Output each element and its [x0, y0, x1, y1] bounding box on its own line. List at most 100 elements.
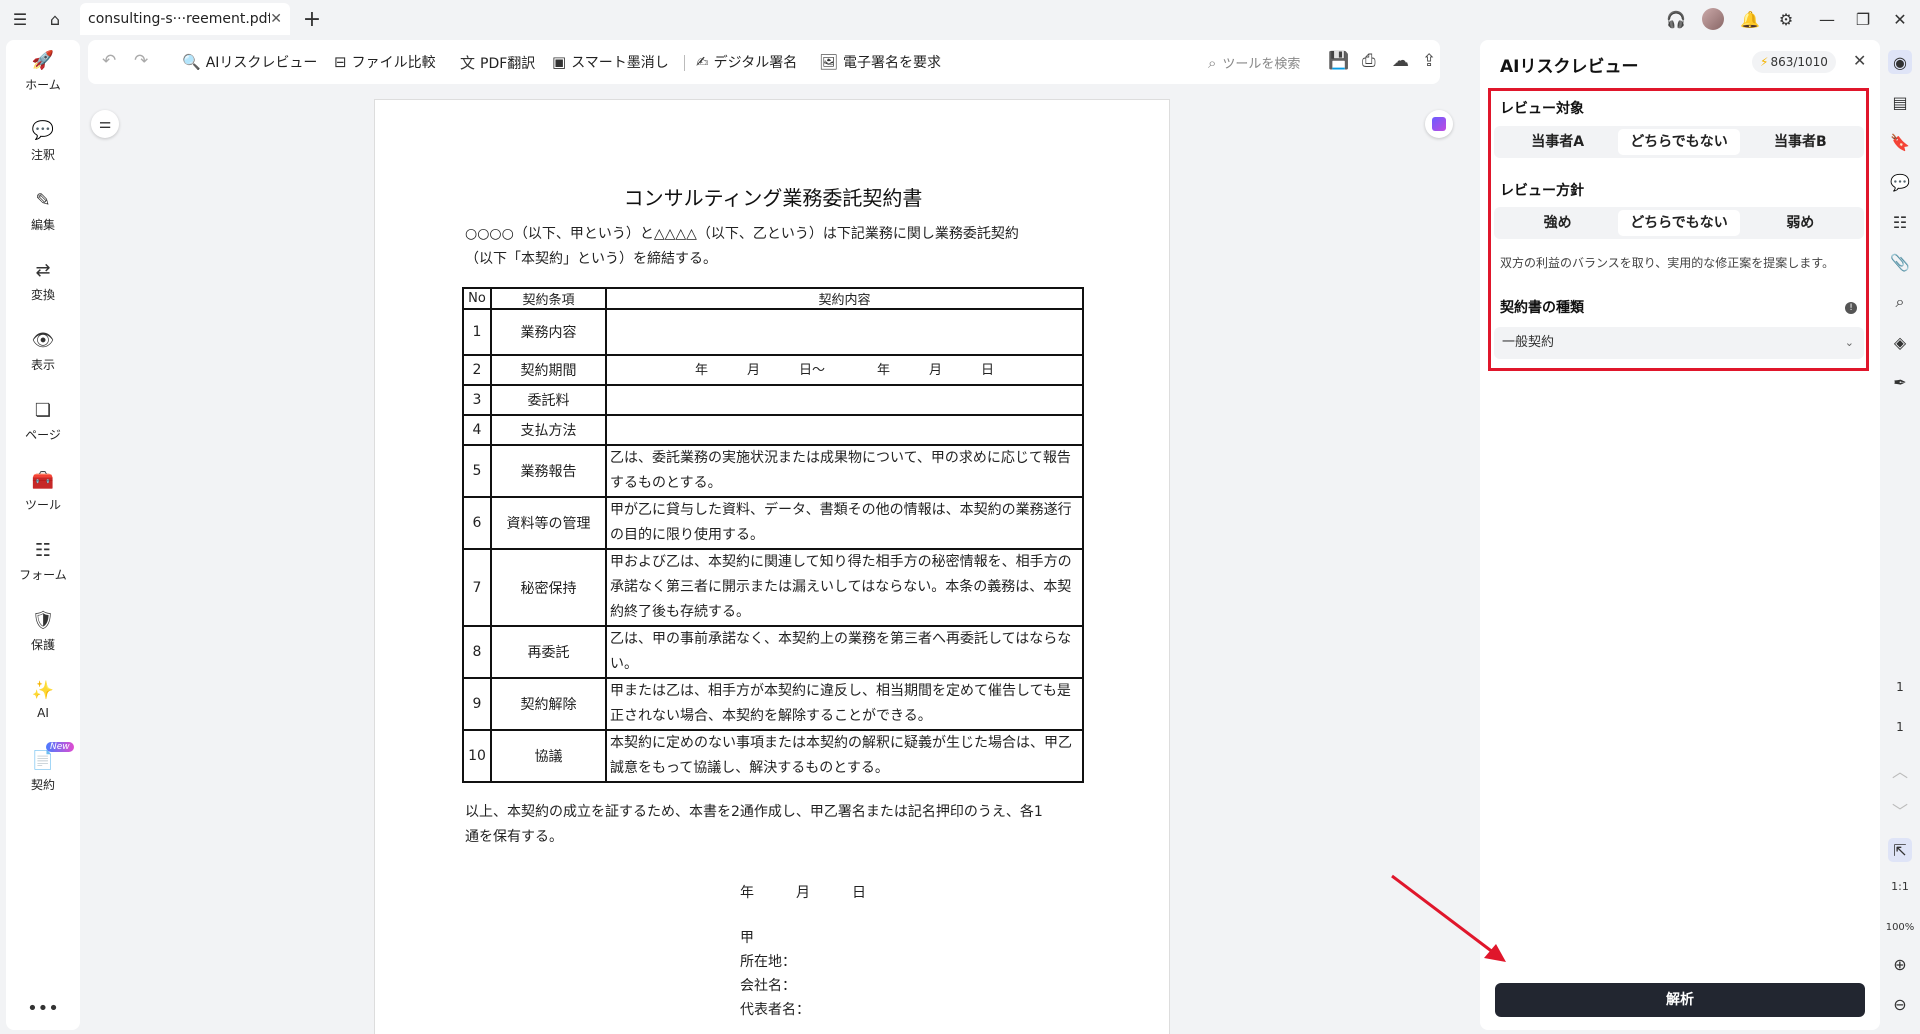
sidebar-item-home[interactable]: 🚀 ホーム — [6, 50, 80, 93]
tool-search-input[interactable]: ⌕ ツールを検索 — [1208, 53, 1301, 73]
credit-badge: ⚡ 863/1010 — [1752, 51, 1836, 73]
close-panel-icon[interactable]: ✕ — [1853, 51, 1866, 70]
table-row: 3 委託料 — [462, 384, 1084, 416]
zoom-in-icon[interactable]: ⊕ — [1888, 952, 1912, 976]
row-item: 業務報告 — [490, 444, 607, 498]
title-bar: ☰ ⌂ consulting-s···reement.pdf ✕ + 🎧 🔔 ⚙… — [0, 0, 1920, 38]
restore-icon[interactable]: ❐ — [1853, 9, 1873, 29]
policy-option-neither[interactable]: どちらでもない — [1618, 210, 1740, 236]
comment-icon: 💬 — [31, 120, 55, 141]
print-icon[interactable]: ⎙ — [1362, 51, 1376, 71]
company-label: 会社名： — [740, 978, 796, 994]
page-down-icon[interactable]: ﹀ — [1888, 798, 1912, 822]
bookmark-icon[interactable]: 🔖 — [1888, 130, 1912, 154]
digital-sign-button[interactable]: ✍ デジタル署名 — [696, 52, 797, 72]
table-row: 4 支払方法 — [462, 414, 1084, 446]
table-row: 10 協議 本契約に定めのない事項または本契約の解釈に疑義が生じた場合は、甲乙誠意を… — [462, 729, 1084, 783]
policy-option-strong[interactable]: 強め — [1497, 210, 1618, 236]
contract-table: No 契約条項 契約内容 1 業務内容 2 契約期間年 月 日～ 年 月 日 3 委託… — [462, 287, 1084, 783]
minimize-icon[interactable]: — — [1817, 9, 1837, 29]
signature-date: 年 月 日 — [740, 885, 866, 901]
share-icon[interactable]: ⇪ — [1422, 51, 1436, 71]
target-option-neither[interactable]: どちらでもない — [1618, 129, 1740, 155]
signature-icon[interactable]: ✒ — [1888, 370, 1912, 394]
form-fields-icon[interactable]: ☷ — [1888, 210, 1912, 234]
upload-cloud-icon[interactable]: ☁ — [1392, 51, 1409, 71]
sidebar-item-view[interactable]: 👁 表示 — [6, 330, 80, 373]
bell-icon[interactable]: 🔔 — [1740, 9, 1760, 29]
table-row: 6 資料等の管理 甲が乙に貸与した資料、データ、書類その他の情報は、本契約の業務遂行… — [462, 496, 1084, 550]
party-label: 甲 — [740, 930, 754, 946]
compare-icon: ⊟ — [334, 53, 347, 71]
table-row: 5 業務報告 乙は、委託業務の実施状況または成果物について、甲の求めに応じて報告する… — [462, 444, 1084, 498]
sidebar-item-label: ホーム — [25, 78, 61, 92]
target-option-party-a[interactable]: 当事者A — [1497, 129, 1618, 155]
right-rail: ◉ ▤ 🔖 💬 ☷ 📎 ⌕ ◈ ✒ 1 1 ︿ ﹀ ⇱ 1:1 100% ⊕ ⊖ — [1882, 40, 1918, 1030]
sidebar-item-tools[interactable]: 🧰 ツール — [6, 470, 80, 513]
sidebar-item-label: ページ — [25, 428, 61, 442]
request-sign-label: 電子署名を要求 — [843, 55, 942, 71]
row-content — [605, 414, 1084, 446]
ai-assistant-icon[interactable] — [1425, 110, 1453, 138]
redo-icon[interactable]: ↷ — [134, 51, 148, 71]
hamburger-menu-icon[interactable]: ☰ — [10, 9, 30, 29]
gear-icon[interactable]: ⚙ — [1776, 9, 1796, 29]
sidebar-item-label: 注釈 — [30, 148, 55, 162]
select-cursor-icon[interactable]: ⇱ — [1888, 838, 1912, 862]
save-icon[interactable]: 💾 — [1328, 51, 1349, 71]
settings-sliders-icon[interactable]: ⚌ — [91, 110, 119, 138]
search-placeholder: ツールを検索 — [1222, 57, 1301, 72]
more-icon[interactable]: ••• — [6, 998, 80, 1019]
info-icon[interactable]: ! — [1845, 302, 1857, 314]
left-sidebar: 🚀 ホーム 💬 注釈 ✎ 編集 ⇄ 変換 👁 表示 ❏ ページ 🧰 ツール ☷ フォーム 🛡 保護… — [6, 40, 80, 1030]
header-item: 契約条項 — [490, 287, 607, 310]
layers-icon[interactable]: ◈ — [1888, 330, 1912, 354]
row-no: 4 — [462, 414, 492, 446]
tab-title: consulting-s···reement.pdf — [88, 11, 271, 27]
smart-redact-button[interactable]: ▣ スマート墨消し — [552, 52, 669, 72]
page-up-icon[interactable]: ︿ — [1888, 758, 1912, 782]
sidebar-item-form[interactable]: ☷ フォーム — [6, 540, 80, 583]
pages-icon: ❏ — [34, 400, 52, 421]
sidebar-item-edit[interactable]: ✎ 編集 — [6, 190, 80, 233]
sidebar-item-pages[interactable]: ❏ ページ — [6, 400, 80, 443]
row-no: 8 — [462, 625, 492, 679]
document-tab[interactable]: consulting-s···reement.pdf ✕ — [80, 3, 290, 35]
sidebar-item-protect[interactable]: 🛡 保護 — [6, 610, 80, 653]
target-option-party-b[interactable]: 当事者B — [1740, 129, 1861, 155]
analyze-button[interactable]: 解析 — [1495, 983, 1865, 1017]
sidebar-item-ai[interactable]: ✨ AI — [6, 680, 80, 720]
close-tab-icon[interactable]: ✕ — [270, 11, 282, 27]
zoom-out-icon[interactable]: ⊖ — [1888, 992, 1912, 1016]
policy-option-weak[interactable]: 弱め — [1740, 210, 1861, 236]
compare-files-button[interactable]: ⊟ ファイル比較 — [334, 52, 436, 72]
sidebar-item-convert[interactable]: ⇄ 変換 — [6, 260, 80, 303]
new-tab-icon[interactable]: + — [300, 7, 324, 32]
headset-icon[interactable]: 🎧 — [1666, 9, 1686, 29]
table-row: 8 再委託 乙は、甲の事前承諾なく、本契約上の業務を第三者へ再委託してはならない。 — [462, 625, 1084, 679]
thumbnails-icon[interactable]: ▤ — [1888, 90, 1912, 114]
close-window-icon[interactable]: ✕ — [1890, 9, 1910, 29]
home-icon[interactable]: ⌂ — [45, 9, 65, 29]
contract-type-select[interactable]: 一般契約 ⌄ — [1494, 327, 1864, 359]
review-target-segmented: 当事者A どちらでもない 当事者B — [1494, 126, 1864, 158]
bolt-icon: ⚡ — [1760, 55, 1769, 69]
sidebar-item-annotate[interactable]: 💬 注釈 — [6, 120, 80, 163]
attachment-icon[interactable]: 📎 — [1888, 250, 1912, 274]
avatar[interactable] — [1702, 8, 1724, 30]
row-item: 支払方法 — [490, 414, 607, 446]
ai-review-panel-icon[interactable]: ◉ — [1888, 50, 1912, 74]
request-signature-button[interactable]: 🖼 電子署名を要求 — [819, 52, 941, 72]
table-header-row: No 契約条項 契約内容 — [462, 287, 1084, 310]
search-icon[interactable]: ⌕ — [1888, 290, 1912, 314]
actual-size-button[interactable]: 1:1 — [1882, 880, 1918, 893]
ai-risk-review-button[interactable]: 🔍 AIリスクレビュー — [182, 52, 317, 72]
compare-label: ファイル比較 — [351, 55, 436, 71]
pdf-translate-button[interactable]: 文 PDF翻訳 — [460, 52, 535, 73]
row-content: 年 月 日～ 年 月 日 — [605, 354, 1084, 386]
current-page[interactable]: 1 — [1882, 680, 1918, 694]
sidebar-item-label: 保護 — [30, 638, 55, 652]
undo-icon[interactable]: ↶ — [102, 51, 116, 71]
sidebar-item-contract[interactable]: New 📄 契約 — [6, 742, 80, 793]
comments-icon[interactable]: 💬 — [1888, 170, 1912, 194]
